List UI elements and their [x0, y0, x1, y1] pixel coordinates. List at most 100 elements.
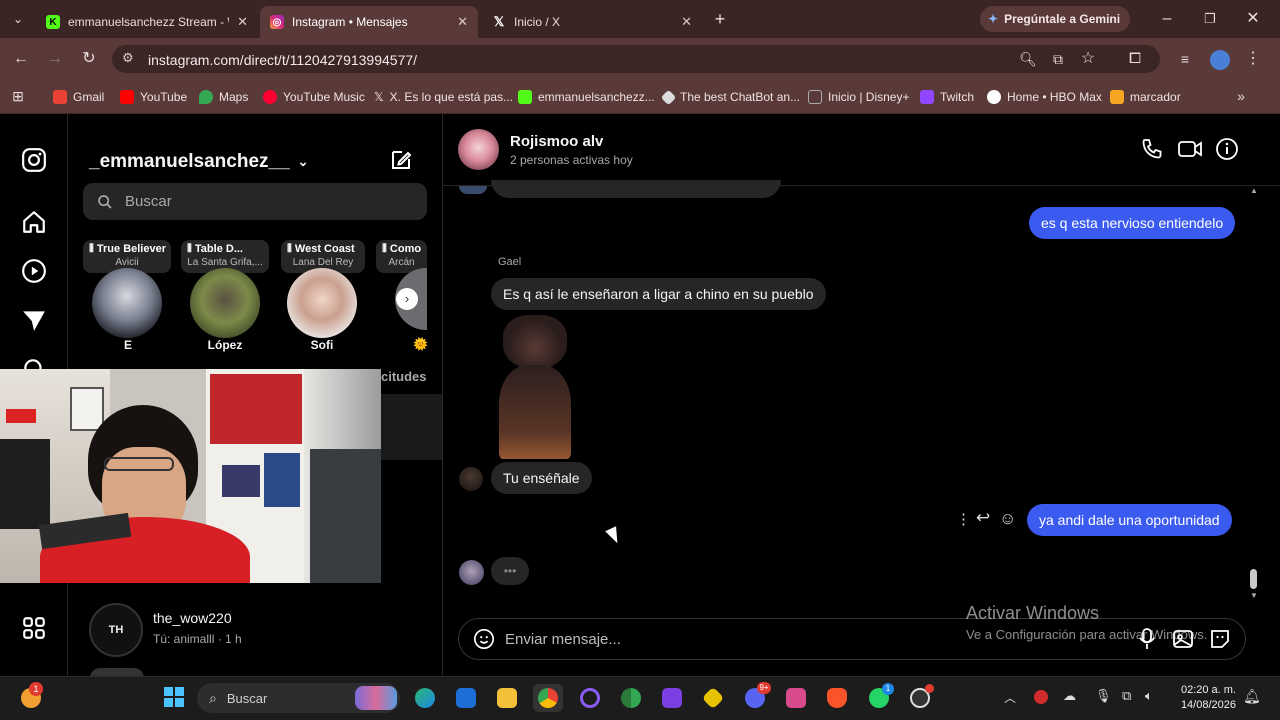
- app-circle-icon[interactable]: [575, 684, 605, 712]
- reply-icon[interactable]: ↩: [976, 508, 990, 528]
- bookmark-star-icon[interactable]: ☆: [1076, 47, 1100, 71]
- cast-icon[interactable]: ⧉: [1046, 47, 1070, 71]
- tab-title: emmanuelsanchezz Stream - W: [68, 15, 230, 29]
- tray-chevron-up-icon[interactable]: ︿: [1004, 689, 1016, 706]
- message-bubble-incoming[interactable]: Tu enséñale: [491, 462, 592, 494]
- close-icon[interactable]: ✕: [237, 14, 248, 30]
- avatar[interactable]: [92, 268, 162, 338]
- notification-bell-icon[interactable]: 🔔︎: [1243, 688, 1261, 705]
- x-icon: 𝕏: [374, 90, 384, 104]
- snipping-tool-icon[interactable]: [781, 684, 811, 712]
- back-button[interactable]: ←: [9, 47, 33, 71]
- sticker-dog-image[interactable]: [491, 313, 577, 459]
- address-bar[interactable]: ⚙ instagram.com/direct/t/112042791399457…: [112, 45, 1160, 73]
- tab-kick[interactable]: K emmanuelsanchezz Stream - W ✕: [36, 6, 258, 38]
- instagram-logo-icon[interactable]: [21, 147, 47, 173]
- conversation-name: the_wow220: [153, 610, 232, 626]
- tab-instagram[interactable]: ◎ Instagram • Mensajes ✕: [260, 6, 478, 38]
- scrollbar-thumb[interactable]: [1250, 569, 1257, 589]
- avatar[interactable]: [287, 268, 357, 338]
- message-bubble-outgoing[interactable]: es q esta nervioso entiendelo: [1029, 207, 1236, 239]
- profile-avatar[interactable]: [1210, 50, 1230, 70]
- home-icon[interactable]: [21, 209, 47, 235]
- app-purple-icon[interactable]: [657, 684, 687, 712]
- contact-avatar[interactable]: [458, 129, 499, 170]
- bookmark-folder-icon: [1110, 90, 1124, 104]
- message-bubble-outgoing[interactable]: ya andi dale una oportunidad: [1027, 504, 1232, 536]
- sticker-icon[interactable]: [1208, 627, 1232, 651]
- message-more-icon[interactable]: ⋮: [956, 510, 971, 528]
- window-close-button[interactable]: ✕: [1241, 7, 1265, 31]
- reload-button[interactable]: ↻: [77, 47, 101, 71]
- message-bubble-incoming[interactable]: Es q así le enseñaron a ligar a chino en…: [491, 278, 826, 310]
- phone-icon[interactable]: [1140, 137, 1164, 161]
- conversation-row-selected[interactable]: [381, 394, 442, 460]
- clock-time[interactable]: 02:20 a. m.: [1170, 684, 1236, 696]
- tray-network-icon[interactable]: ⧉: [1122, 688, 1131, 704]
- search-highlight-image: [355, 686, 397, 710]
- zoom-icon[interactable]: 🔍︎: [1016, 47, 1040, 71]
- bookmark-maps[interactable]: Maps: [199, 87, 248, 107]
- bookmark-marcador[interactable]: marcador: [1110, 87, 1181, 107]
- requests-link[interactable]: citudes: [381, 369, 427, 384]
- bookmark-hbo[interactable]: Home • HBO Max: [987, 87, 1102, 107]
- contact-status: 2 personas activas hoy: [510, 153, 633, 167]
- file-explorer-icon[interactable]: [492, 684, 522, 712]
- windows-start-icon[interactable]: [163, 686, 185, 708]
- tray-app-icon[interactable]: [1034, 690, 1048, 704]
- messages-icon[interactable]: [21, 307, 47, 333]
- bookmark-youtube[interactable]: YouTube: [120, 87, 187, 107]
- extensions-icon[interactable]: ⧠: [1123, 47, 1147, 71]
- forward-button[interactable]: →: [43, 47, 67, 71]
- bookmark-x[interactable]: 𝕏 X. Es lo que está pas...: [374, 87, 513, 107]
- video-call-icon[interactable]: [1177, 137, 1203, 161]
- info-icon[interactable]: [1215, 137, 1239, 161]
- site-info-icon[interactable]: ⚙: [122, 50, 134, 66]
- minimize-button[interactable]: –: [1155, 7, 1179, 31]
- bookmark-chatbot[interactable]: The best ChatBot an...: [660, 87, 800, 107]
- account-switcher[interactable]: _emmanuelsanchez__ ⌄: [89, 151, 309, 173]
- bookmark-twitch[interactable]: Twitch: [920, 87, 974, 107]
- search-input[interactable]: Buscar: [83, 183, 427, 220]
- more-menu-icon[interactable]: [21, 615, 47, 641]
- close-icon[interactable]: ✕: [457, 14, 468, 30]
- conversation-row[interactable]: TH the_wow220 Tú: animalll · 1 h: [89, 603, 429, 659]
- chrome-icon[interactable]: [533, 684, 563, 712]
- gemini-button[interactable]: ✦ Pregúntale a Gemini: [980, 6, 1130, 32]
- reading-list-icon[interactable]: ≡: [1173, 47, 1197, 71]
- brave-icon[interactable]: [822, 684, 852, 712]
- emoji-icon[interactable]: [473, 628, 495, 650]
- tab-search-chevron-icon[interactable]: ⌄: [6, 7, 30, 31]
- tray-microphone-icon[interactable]: 🎙︎: [1095, 688, 1112, 704]
- contact-name[interactable]: Rojismoo alv: [510, 133, 603, 150]
- store-icon[interactable]: [451, 684, 481, 712]
- webcam-overlay: [0, 369, 381, 583]
- menu-kebab-icon[interactable]: ⋮: [1241, 47, 1265, 71]
- app-yellow-icon[interactable]: [698, 684, 728, 712]
- bookmark-gmail[interactable]: Gmail: [53, 87, 104, 107]
- chrome-alt-icon[interactable]: [616, 684, 646, 712]
- close-icon[interactable]: ✕: [681, 14, 692, 30]
- reels-icon[interactable]: [21, 258, 47, 284]
- new-tab-button[interactable]: +: [708, 7, 732, 31]
- new-message-icon[interactable]: [389, 148, 413, 172]
- tray-cloud-icon[interactable]: ☁: [1063, 688, 1076, 704]
- bookmark-kick[interactable]: emmanuelsanchezz...: [518, 87, 655, 107]
- more-bookmarks-icon[interactable]: »: [1229, 84, 1253, 108]
- story-name: 🌞: [413, 337, 428, 351]
- tab-title: Instagram • Mensajes: [292, 15, 408, 29]
- chevron-right-icon[interactable]: ›: [396, 288, 418, 310]
- avatar[interactable]: [190, 268, 260, 338]
- edge-icon[interactable]: [410, 684, 440, 712]
- bookmark-disney[interactable]: Inicio | Disney+: [808, 87, 910, 107]
- restore-button[interactable]: ❐: [1198, 7, 1222, 31]
- scroll-up-arrow[interactable]: ▲: [1250, 186, 1258, 195]
- chat-scrollbar[interactable]: ▲ ▼: [1249, 186, 1259, 604]
- tray-volume-icon[interactable]: 🔈︎: [1145, 688, 1153, 704]
- apps-grid-icon[interactable]: ⊞: [6, 84, 30, 108]
- clock-date[interactable]: 14/08/2026: [1170, 699, 1236, 711]
- tab-x[interactable]: 𝕏 Inicio / X ✕: [482, 6, 702, 38]
- bookmark-youtube-music[interactable]: YouTube Music: [263, 87, 365, 107]
- scroll-down-arrow[interactable]: ▼: [1250, 591, 1258, 600]
- react-emoji-icon[interactable]: ☺: [999, 509, 1016, 529]
